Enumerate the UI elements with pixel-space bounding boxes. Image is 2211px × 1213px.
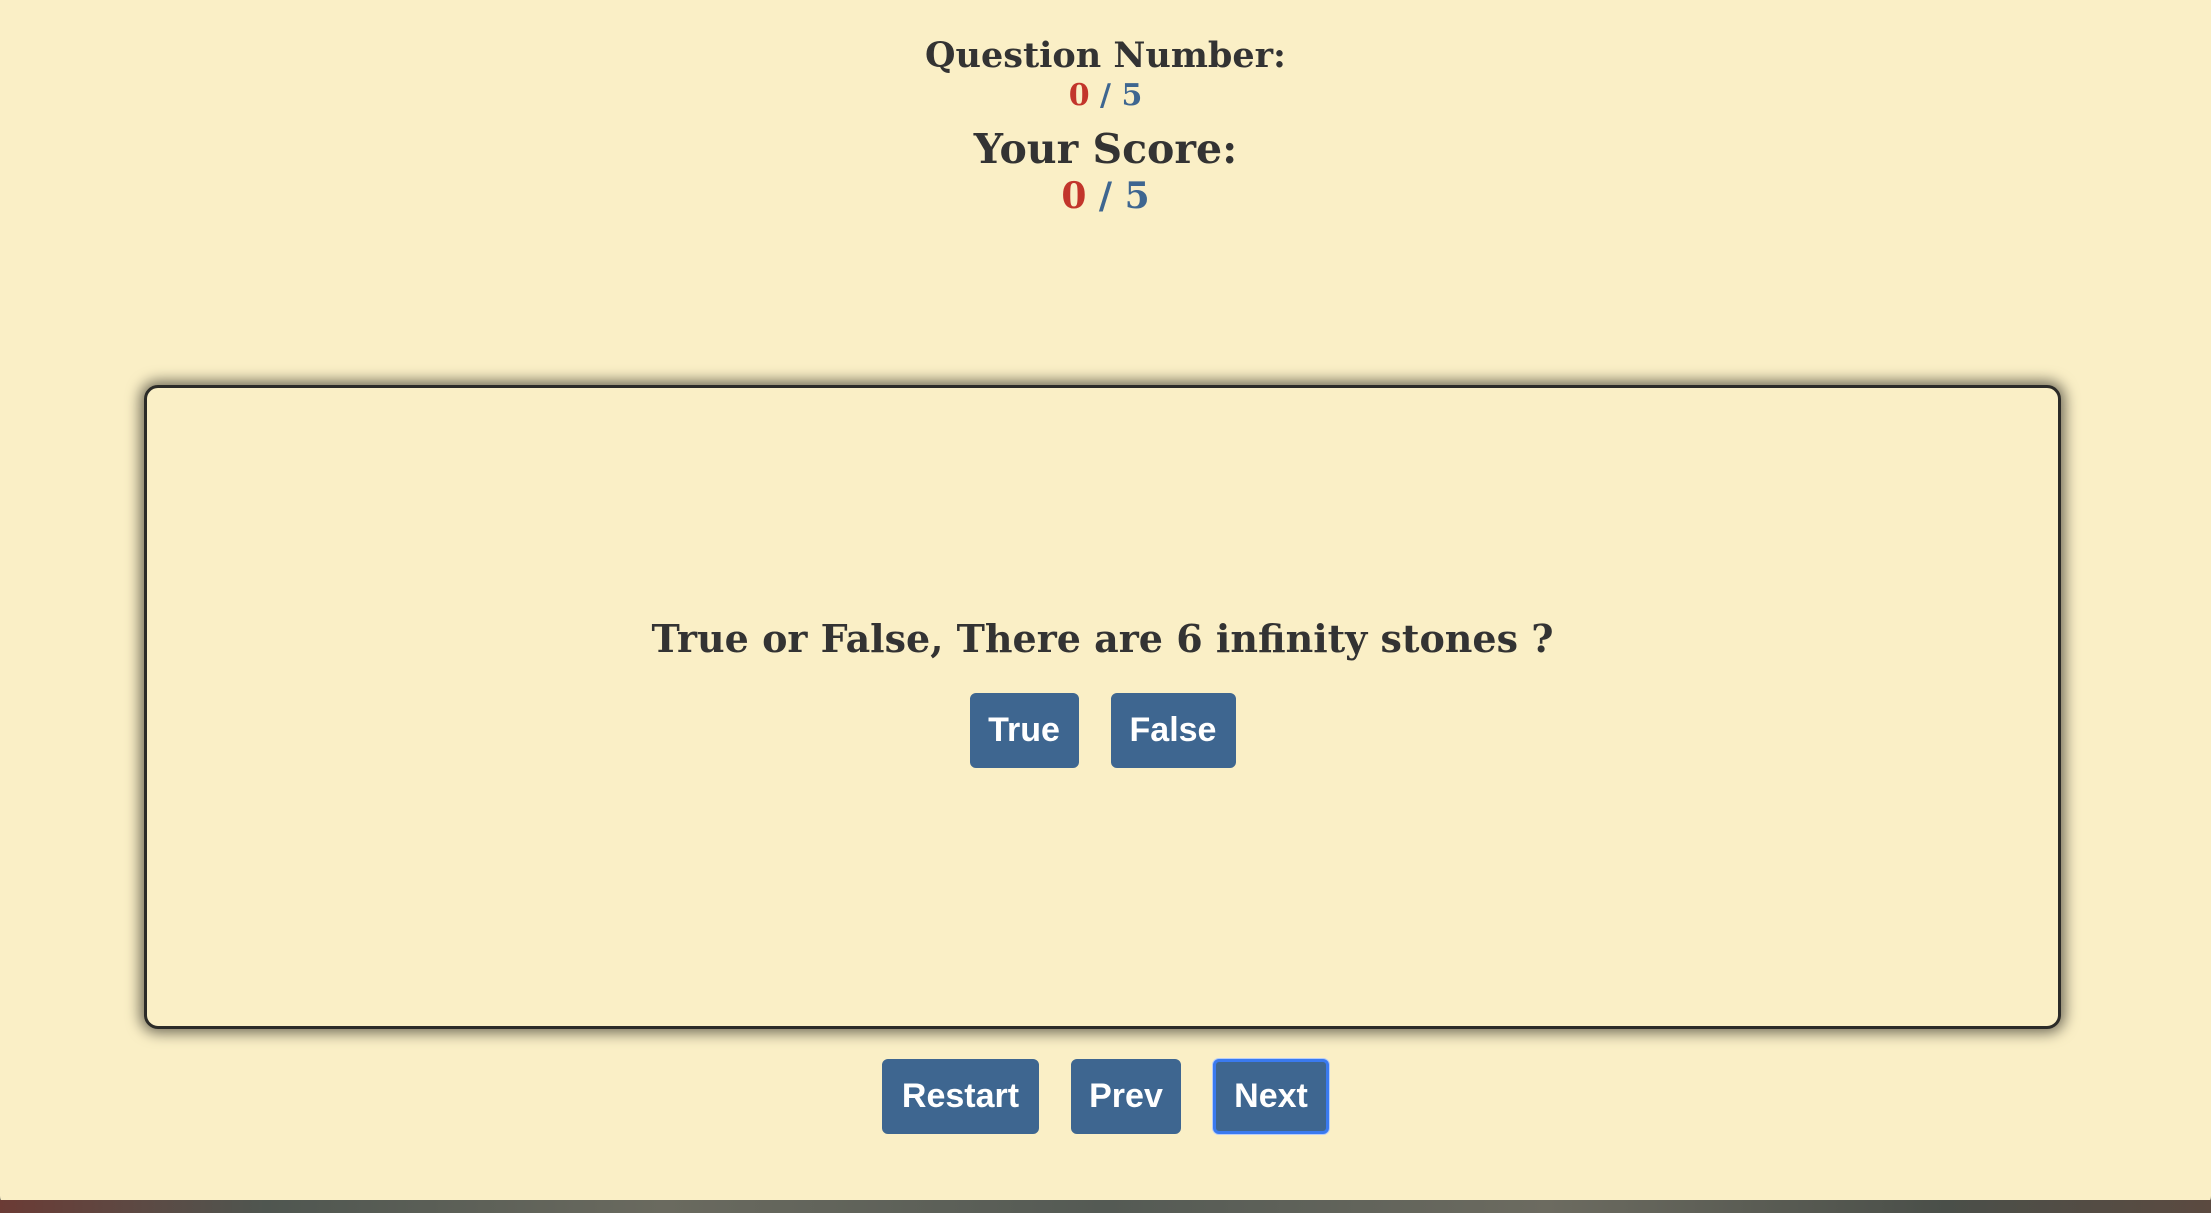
question-number-label: Question Number: (925, 35, 1286, 76)
score-label: Your Score: (973, 125, 1238, 173)
question-card: True or False, There are 6 infinity ston… (144, 385, 2061, 1029)
question-number-counter: 0 / 5 (0, 81, 2211, 111)
score-separator: / (1098, 175, 1113, 217)
question-text: True or False, There are 6 infinity ston… (651, 616, 1554, 661)
prev-button[interactable]: Prev (1071, 1059, 1181, 1134)
restart-button[interactable]: Restart (882, 1059, 1039, 1134)
answer-false-button[interactable]: False (1110, 693, 1236, 768)
score-total: 5 (1124, 175, 1150, 217)
quiz-header: Question Number: 0 / 5 Your Score: 0 / 5 (0, 38, 2211, 214)
score-current: 0 (1061, 175, 1087, 217)
question-total: 5 (1121, 78, 1143, 113)
background-image-strip (0, 1200, 2211, 1213)
next-button[interactable]: Next (1213, 1059, 1329, 1134)
score-counter: 0 / 5 (0, 178, 2211, 214)
quiz-navigation: Restart Prev Next (0, 1059, 2211, 1134)
quiz-page: Question Number: 0 / 5 Your Score: 0 / 5… (0, 0, 2211, 1206)
question-separator: / (1100, 78, 1111, 113)
question-current: 0 (1068, 78, 1090, 113)
answer-true-button[interactable]: True (969, 693, 1079, 768)
answer-options: True False (147, 693, 2058, 768)
